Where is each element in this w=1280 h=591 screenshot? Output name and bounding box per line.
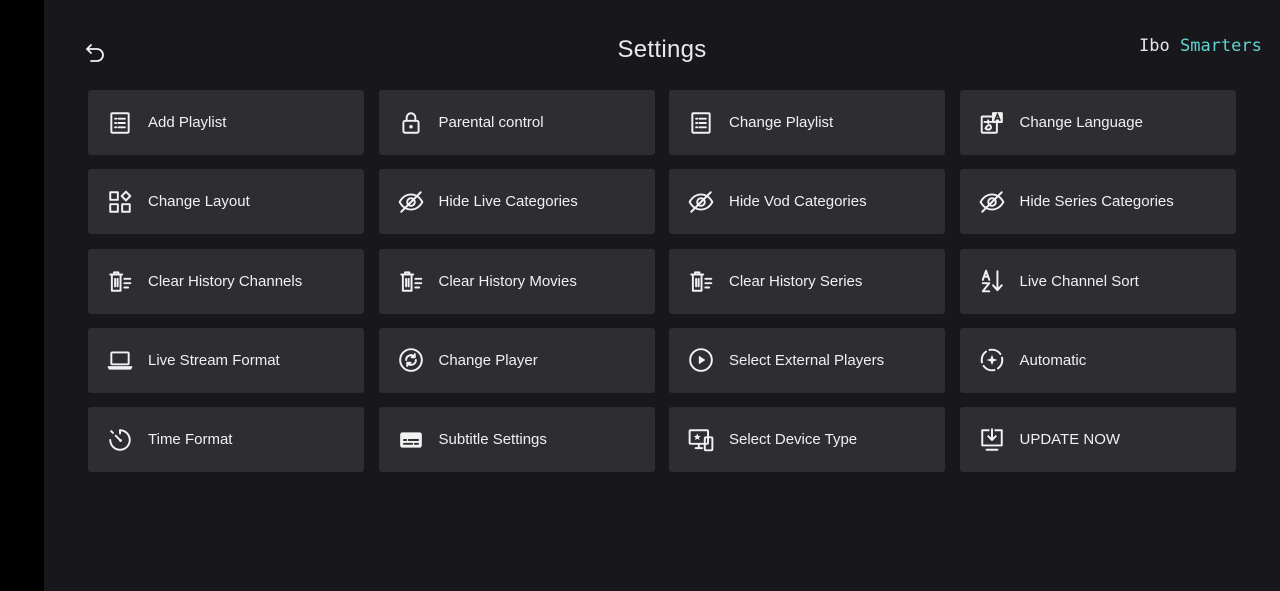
laptop-icon xyxy=(107,347,133,373)
tile-live-stream-format[interactable]: Live Stream Format xyxy=(88,327,364,393)
tile-label: Select External Players xyxy=(729,351,885,369)
timer-icon xyxy=(107,427,133,453)
tile-clear-history-channels[interactable]: Clear History Channels xyxy=(88,248,364,314)
tile-label: Time Format xyxy=(148,431,233,449)
settings-screen: Settings Ibo Smarters Add Playlist Paren… xyxy=(44,0,1280,591)
settings-grid: Add Playlist Parental control Change Pla… xyxy=(88,90,1236,473)
eye-off-icon xyxy=(398,189,424,215)
tile-hide-live-categories[interactable]: Hide Live Categories xyxy=(378,169,655,235)
subtitles-icon xyxy=(398,427,424,453)
tile-hide-series-categories[interactable]: Hide Series Categories xyxy=(959,169,1236,235)
tile-select-device-type[interactable]: Select Device Type xyxy=(669,407,945,473)
tile-label: Hide Series Categories xyxy=(1019,193,1174,211)
tile-label: Live Channel Sort xyxy=(1019,272,1139,290)
tile-live-channel-sort[interactable]: Live Channel Sort xyxy=(959,248,1236,314)
trash-list-icon xyxy=(107,268,133,294)
download-icon xyxy=(979,427,1005,453)
tile-label: Parental control xyxy=(438,114,544,131)
brand-name-part1: Ibo xyxy=(1139,36,1170,56)
eye-off-icon xyxy=(979,189,1005,215)
brand-name-part2: Smarters xyxy=(1179,36,1262,56)
tile-change-playlist[interactable]: Change Playlist xyxy=(669,90,945,155)
tile-subtitle-settings[interactable]: Subtitle Settings xyxy=(378,407,655,473)
tile-change-player[interactable]: Change Player xyxy=(378,327,655,393)
tile-clear-history-movies[interactable]: Clear History Movies xyxy=(378,248,655,314)
devices-icon xyxy=(688,427,714,453)
play-circle-icon xyxy=(688,347,714,373)
tile-automatic[interactable]: Automatic xyxy=(959,327,1236,393)
tile-label: Change Player xyxy=(438,351,538,369)
layout-icon xyxy=(107,189,133,215)
tile-label: Automatic xyxy=(1019,351,1087,369)
tile-add-playlist[interactable]: Add Playlist xyxy=(88,90,364,155)
left-black-strip xyxy=(0,0,44,591)
trash-list-icon xyxy=(398,268,424,294)
tile-change-layout[interactable]: Change Layout xyxy=(88,169,364,235)
sync-circle-icon xyxy=(398,347,424,373)
trash-list-icon xyxy=(688,268,714,294)
translate-icon xyxy=(979,110,1005,136)
tile-label: Clear History Series xyxy=(729,272,863,290)
tile-label: Select Device Type xyxy=(729,431,858,449)
tile-label: Change Layout xyxy=(148,193,250,211)
tile-parental-control[interactable]: Parental control xyxy=(378,90,655,155)
tile-label: UPDATE NOW xyxy=(1019,431,1121,449)
brand-logo: Ibo Smarters xyxy=(1139,36,1262,56)
tile-label: Change Playlist xyxy=(729,114,834,131)
sort-az-icon xyxy=(979,268,1005,294)
tile-time-format[interactable]: Time Format xyxy=(88,407,364,473)
tile-label: Clear History Channels xyxy=(148,272,303,290)
tile-hide-vod-categories[interactable]: Hide Vod Categories xyxy=(669,169,945,235)
tile-label: Hide Live Categories xyxy=(438,193,578,211)
tile-label: Hide Vod Categories xyxy=(729,193,867,211)
eye-off-icon xyxy=(688,189,714,215)
list-icon xyxy=(688,110,714,136)
tile-clear-history-series[interactable]: Clear History Series xyxy=(669,248,945,314)
tile-update-now[interactable]: UPDATE NOW xyxy=(959,407,1236,473)
tile-label: Subtitle Settings xyxy=(438,431,547,449)
tile-change-language[interactable]: Change Language xyxy=(959,90,1236,155)
list-icon xyxy=(107,110,133,136)
tile-label: Add Playlist xyxy=(148,114,227,131)
lock-icon xyxy=(398,110,424,136)
tile-label: Change Language xyxy=(1019,114,1143,131)
tile-label: Clear History Movies xyxy=(438,272,577,290)
tile-label: Live Stream Format xyxy=(148,351,280,369)
auto-icon xyxy=(979,347,1005,373)
tile-select-external-players[interactable]: Select External Players xyxy=(669,327,945,393)
page-title: Settings xyxy=(617,36,707,63)
